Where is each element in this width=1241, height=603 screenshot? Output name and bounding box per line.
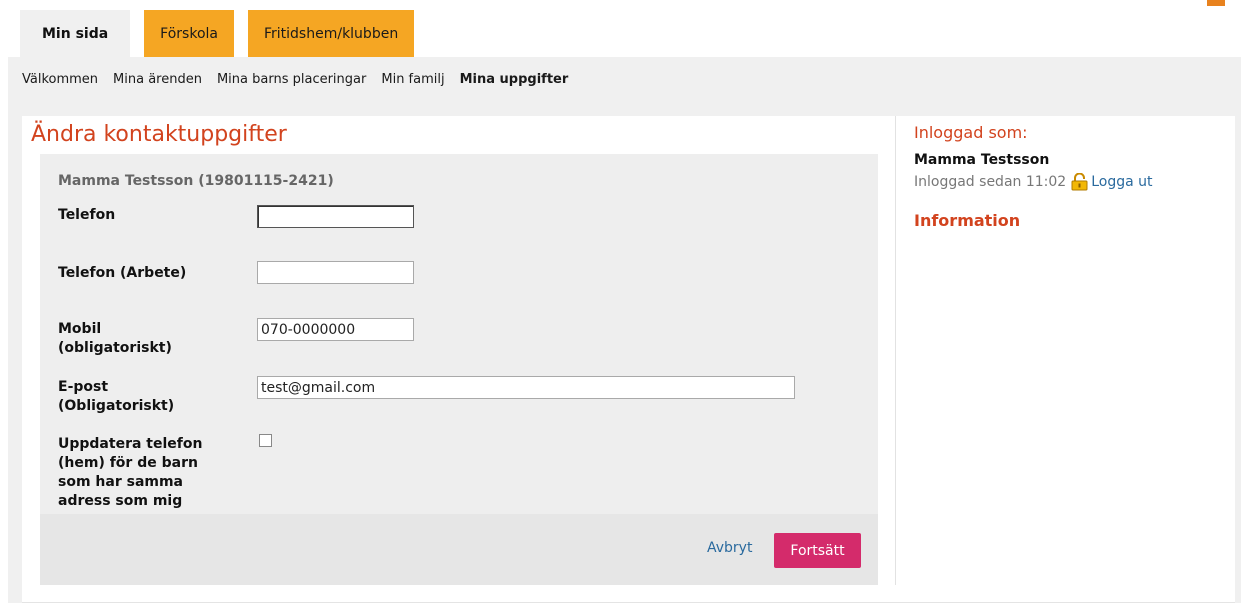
update-label-line1: Uppdatera telefon	[58, 436, 203, 452]
logout-link[interactable]: Logga ut	[1091, 174, 1152, 190]
subnav-mina-barns-placeringar[interactable]: Mina barns placeringar	[217, 72, 366, 87]
padlock-icon	[1070, 172, 1089, 191]
mobile-label: Mobil (obligatoriskt)	[58, 320, 172, 358]
mobile-label-line1: Mobil	[58, 321, 102, 337]
update-label-line4: adress som mig	[58, 493, 183, 509]
update-phone-label: Uppdatera telefon (hem) för de barn som …	[58, 435, 202, 511]
tab-min-sida[interactable]: Min sida	[20, 10, 131, 57]
cancel-link[interactable]: Avbryt	[707, 540, 752, 556]
email-label-line2: (Obligatoriskt)	[58, 398, 175, 414]
subnav-min-familj[interactable]: Min familj	[381, 72, 444, 87]
email-label-line1: E-post	[58, 379, 109, 395]
login-status: Inloggad sedan 11:02 Logga ut	[914, 172, 1153, 191]
phone-input[interactable]	[257, 205, 414, 228]
subnav-mina-arenden[interactable]: Mina ärenden	[113, 72, 202, 87]
update-label-line3: som har samma	[58, 474, 184, 490]
email-label: E-post (Obligatoriskt)	[58, 378, 174, 416]
page-title: Ändra kontaktuppgifter	[31, 122, 287, 147]
continue-button[interactable]: Fortsätt	[774, 533, 861, 568]
subnav-valkommen[interactable]: Välkommen	[22, 72, 98, 87]
email-input[interactable]	[257, 376, 795, 399]
logged-in-user: Mamma Testsson	[914, 152, 1050, 168]
person-heading: Mamma Testsson (19801115-2421)	[58, 173, 334, 189]
column-divider	[895, 116, 896, 585]
work-phone-input[interactable]	[257, 261, 414, 284]
corner-accent	[1207, 0, 1225, 6]
update-phone-checkbox[interactable]	[259, 434, 272, 447]
phone-label: Telefon	[58, 207, 116, 223]
work-phone-label: Telefon (Arbete)	[58, 265, 187, 281]
logged-in-heading: Inloggad som:	[914, 123, 1028, 142]
logged-in-since: Inloggad sedan 11:02	[914, 174, 1067, 190]
top-tabs: Min sida Förskola Fritidshem/klubben	[20, 10, 428, 57]
mobile-input[interactable]	[257, 318, 414, 341]
tab-fritidshem[interactable]: Fritidshem/klubben	[247, 10, 415, 57]
update-label-line2: (hem) för de barn	[58, 455, 198, 471]
subnav-mina-uppgifter[interactable]: Mina uppgifter	[460, 72, 569, 87]
tab-forskola[interactable]: Förskola	[144, 10, 234, 57]
information-heading: Information	[914, 211, 1021, 230]
sub-navigation: Välkommen Mina ärenden Mina barns placer…	[8, 57, 1241, 102]
mobile-label-line2: (obligatoriskt)	[58, 340, 172, 356]
